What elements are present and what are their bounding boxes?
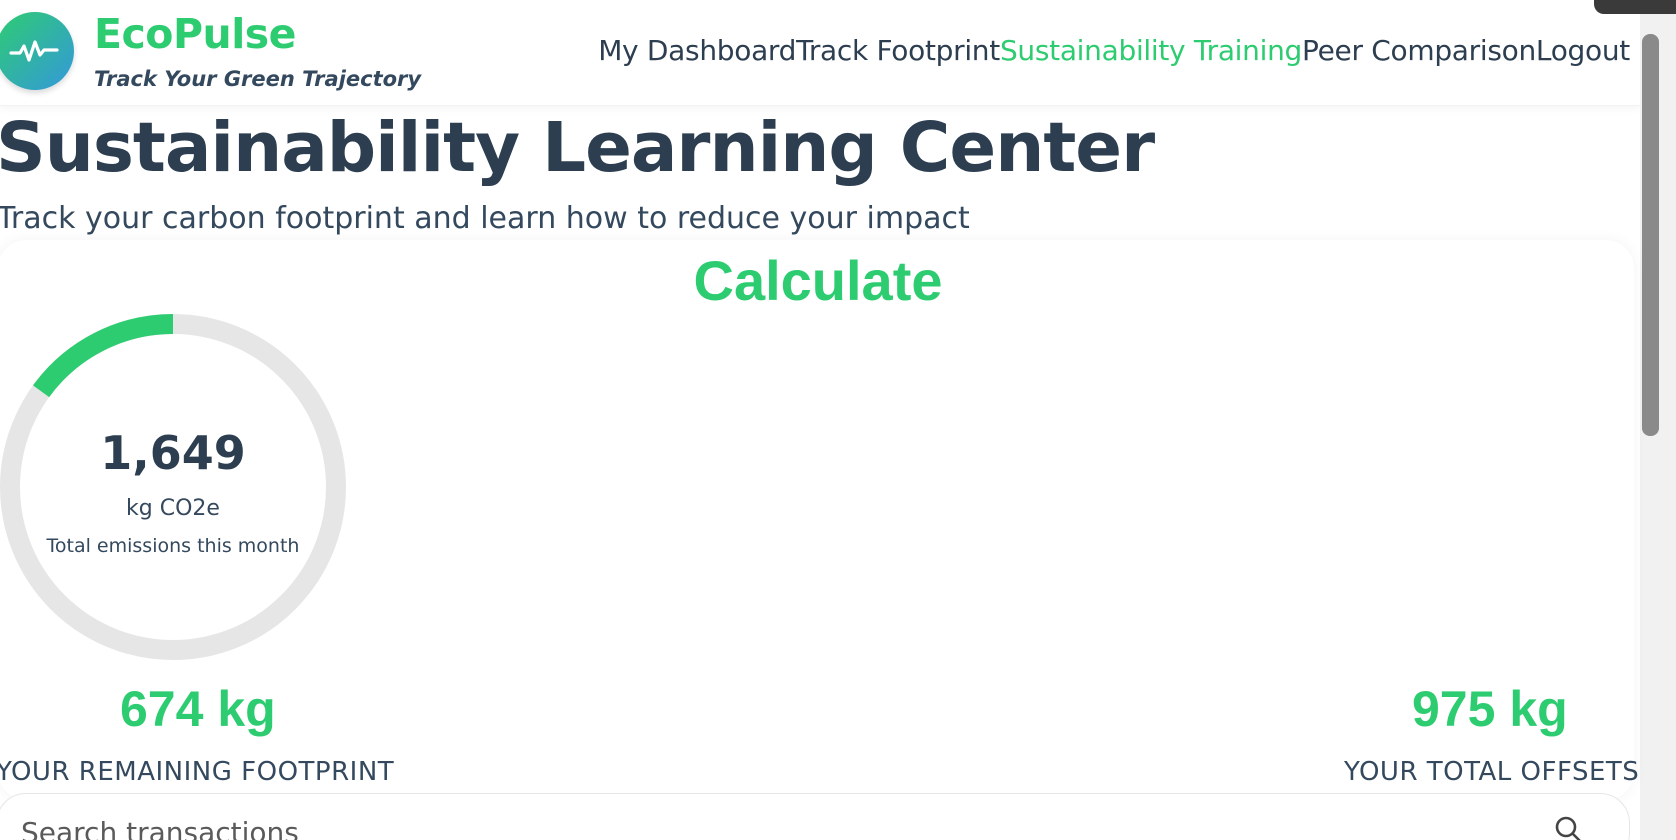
page-title: Sustainability Learning Center [0, 108, 1155, 188]
total-offsets-value: 975 kg [1412, 681, 1568, 737]
total-emissions-caption: Total emissions this month [46, 535, 300, 557]
transaction-search [0, 793, 1630, 840]
nav-sustainability-training[interactable]: Sustainability Training [1000, 34, 1302, 67]
total-emissions-unit: kg CO2e [126, 496, 220, 521]
pulse-wave-icon [9, 40, 59, 62]
total-offsets-label: YOUR TOTAL OFFSETS [1344, 757, 1640, 787]
nav-peer-comparison[interactable]: Peer Comparison [1302, 34, 1536, 67]
logo[interactable] [0, 12, 74, 90]
nav-logout[interactable]: Logout [1536, 34, 1630, 67]
remaining-footprint-label: YOUR REMAINING FOOTPRINT [0, 757, 395, 787]
calculator-title: Calculate [693, 249, 943, 312]
brand-tagline: Track Your Green Trajectory [94, 67, 422, 91]
brand-name[interactable]: EcoPulse [94, 10, 296, 58]
nav-my-dashboard[interactable]: My Dashboard [598, 34, 796, 67]
nav-track-footprint[interactable]: Track Footprint [796, 34, 1000, 67]
search-input[interactable] [21, 816, 1521, 840]
app-header: EcoPulse Track Your Green Trajectory My … [0, 0, 1640, 106]
page-subtitle: Track your carbon footprint and learn ho… [0, 201, 970, 236]
remaining-footprint-value: 674 kg [120, 681, 276, 737]
main-nav: My Dashboard Track Footprint Sustainabil… [598, 34, 1630, 67]
scrollbar-thumb[interactable] [1642, 34, 1659, 436]
window-corner-tab [1594, 0, 1676, 14]
total-emissions-value: 1,649 [100, 426, 246, 480]
search-icon[interactable] [1553, 814, 1583, 840]
emissions-gauge [0, 314, 346, 660]
